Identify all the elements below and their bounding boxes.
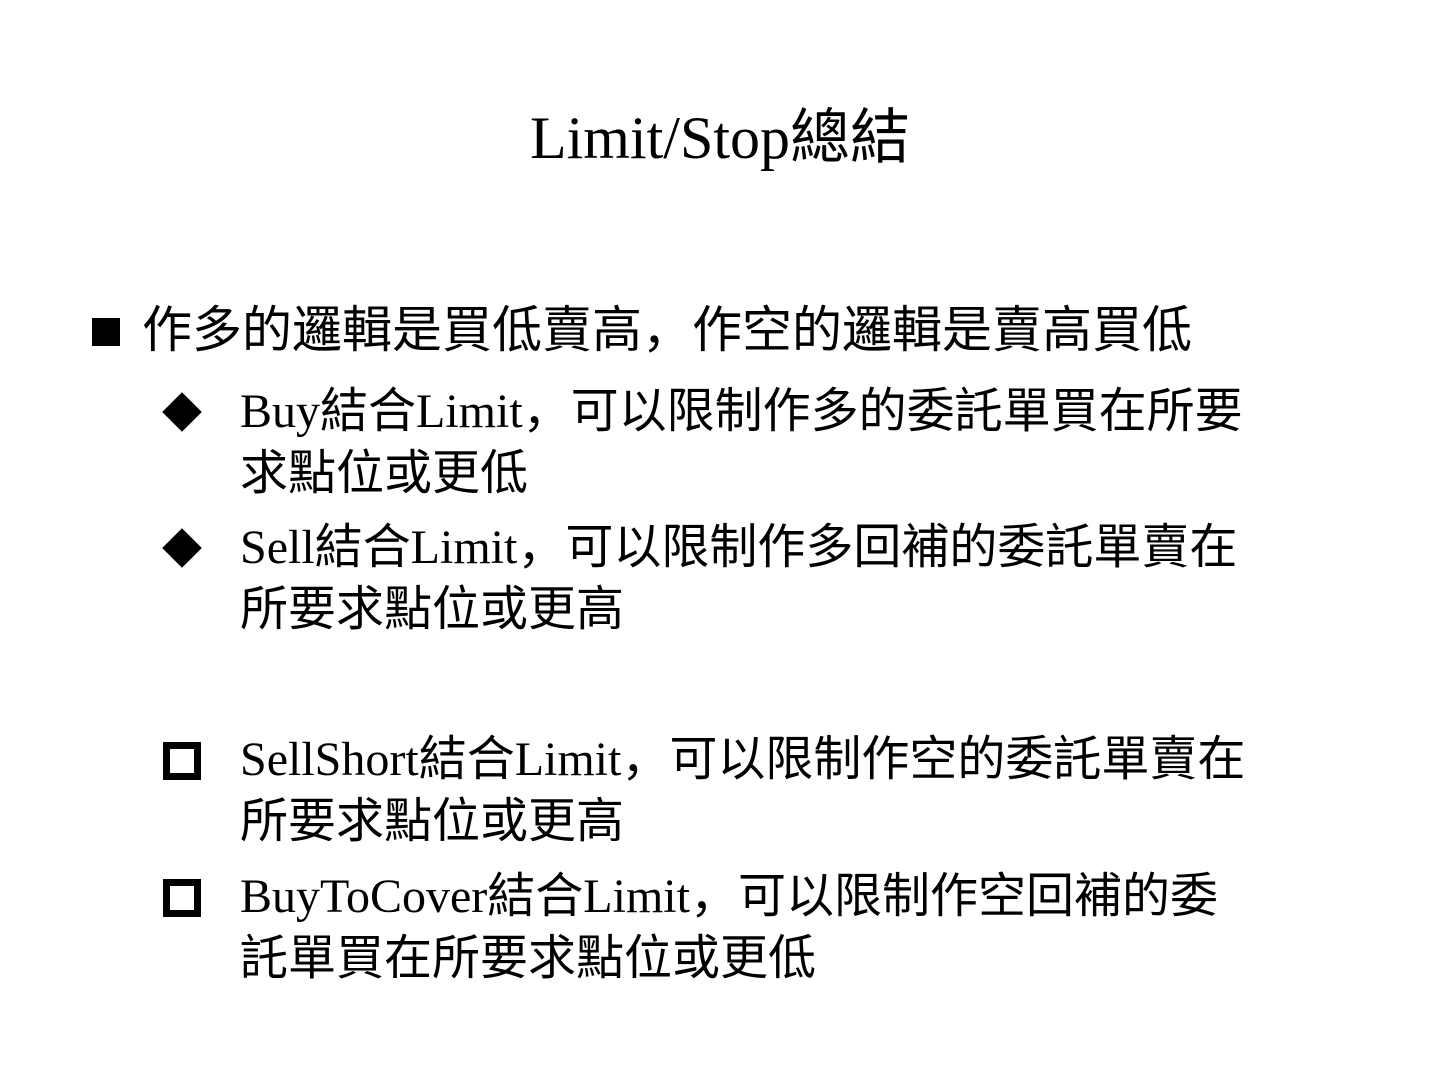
slide-title: Limit/Stop總結 [529, 105, 911, 171]
filled-square-bullet-icon [92, 318, 120, 346]
slide: Limit/Stop總結 作多的邏輯是買低賣高，作空的邏輯是賣高買低 Buy結合… [0, 0, 1440, 1080]
sub-point-sell-limit: Sell結合Limit，可以限制作多回補的委託單賣在 所要求點位或更高 [240, 521, 1238, 636]
diamond-bullet-icon [162, 392, 202, 432]
sub-point-sellshort-limit: SellShort結合Limit，可以限制作空的委託單賣在 所要求點位或更高 [240, 733, 1246, 848]
sub-point-buy-limit: Buy結合Limit，可以限制作多的委託單買在所要 求點位或更低 [240, 385, 1243, 500]
sub-point-buytocover-limit: BuyToCover結合Limit，可以限制作空回補的委 託單買在所要求點位或更… [240, 870, 1218, 985]
diamond-bullet-icon [162, 528, 202, 568]
hollow-square-bullet-icon [163, 742, 201, 780]
hollow-square-bullet-icon [163, 879, 201, 917]
main-point-text: 作多的邏輯是買低賣高，作空的邏輯是賣高買低 [142, 301, 1192, 359]
